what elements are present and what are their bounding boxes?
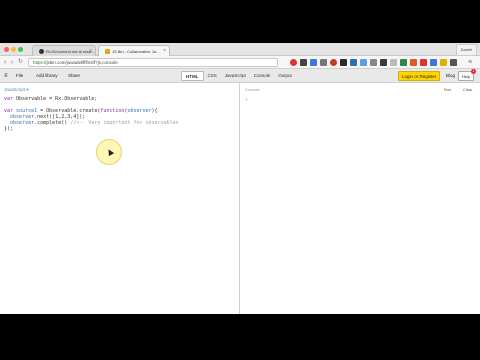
- screen: RxJS/connect.md at mast… × JS Bin - Coll…: [0, 43, 480, 314]
- panel-tabs: HTML CSS JavaScript Console Output: [181, 71, 296, 81]
- tab-console[interactable]: Console: [250, 71, 275, 81]
- browser-tab-github[interactable]: RxJS/connect.md at mast… ×: [32, 45, 96, 56]
- close-tab-icon[interactable]: ×: [163, 46, 166, 56]
- login-register-button[interactable]: Login or Register: [398, 71, 441, 81]
- minimize-window-icon[interactable]: [11, 47, 16, 52]
- javascript-panel[interactable]: JavaScript ▾ var Observable = Rx.Observa…: [0, 83, 240, 314]
- jsbin-menu-icon[interactable]: ≡: [4, 69, 8, 83]
- tab-html[interactable]: HTML: [181, 71, 204, 81]
- console-panel[interactable]: Console Run Clear ›: [241, 83, 480, 314]
- tab-css[interactable]: CSS: [204, 71, 221, 81]
- extension-icon[interactable]: [420, 59, 427, 66]
- close-window-icon[interactable]: [4, 47, 9, 52]
- extension-icon[interactable]: [340, 59, 347, 66]
- code-line: });: [4, 126, 14, 132]
- zoom-window-icon[interactable]: [18, 47, 23, 52]
- browser-tab-bar: RxJS/connect.md at mast… × JS Bin - Coll…: [0, 43, 480, 56]
- console-prompt[interactable]: ›: [245, 97, 248, 103]
- add-library-button[interactable]: Add library: [36, 69, 58, 83]
- url-path: /juwadeliffih/4/f?js,console: [65, 60, 118, 65]
- javascript-panel-label[interactable]: JavaScript ▾: [4, 87, 29, 93]
- url-input[interactable]: https://jsbin.com/juwadeliffih/4/f?js,co…: [28, 58, 278, 67]
- notification-badge: 1: [471, 69, 476, 74]
- extension-icon[interactable]: [350, 59, 357, 66]
- help-label: Help: [461, 74, 471, 79]
- profile-button[interactable]: Daniel: [455, 44, 477, 56]
- jsbin-icon: [105, 49, 110, 55]
- extension-icon[interactable]: [290, 59, 297, 66]
- extension-icon[interactable]: [410, 59, 417, 66]
- extension-icon[interactable]: [320, 59, 327, 66]
- extension-icon[interactable]: [300, 59, 307, 66]
- extension-icon[interactable]: [440, 59, 447, 66]
- url-host: jsbin.com: [46, 60, 66, 65]
- extension-icon[interactable]: [310, 59, 317, 66]
- menu-icon[interactable]: ≡: [468, 58, 472, 67]
- extension-icon[interactable]: [450, 59, 457, 66]
- close-tab-icon[interactable]: ×: [89, 46, 92, 56]
- github-icon: [39, 49, 44, 55]
- extension-icon[interactable]: [380, 59, 387, 66]
- code-editor[interactable]: var Observable = Rx.Observable; var sour…: [4, 96, 179, 132]
- extension-icon[interactable]: [390, 59, 397, 66]
- forward-icon[interactable]: ›: [11, 58, 13, 67]
- url-scheme: https://: [33, 60, 47, 65]
- browser-tab-jsbin[interactable]: JS Bin - Collaborative Ja… ×: [98, 45, 170, 56]
- jsbin-toolbar: ≡ File Add library Share HTML CSS JavaSc…: [0, 69, 480, 83]
- extension-icon[interactable]: [430, 59, 437, 66]
- reload-icon[interactable]: ↻: [18, 58, 23, 67]
- console-panel-label: Console: [245, 87, 260, 92]
- file-menu[interactable]: File: [16, 69, 23, 83]
- run-button[interactable]: Run: [444, 87, 451, 92]
- blog-link[interactable]: Blog: [446, 69, 455, 83]
- tab-label: JS Bin - Collaborative Ja…: [112, 49, 160, 54]
- address-bar: ‹ › ↻ https://jsbin.com/juwadeliffih/4/f…: [0, 56, 480, 69]
- back-icon[interactable]: ‹: [4, 58, 6, 67]
- help-button[interactable]: Help 1: [458, 69, 476, 81]
- extension-icon[interactable]: [330, 59, 337, 66]
- code-line: observer.complete() //<-- Very important…: [10, 120, 179, 126]
- extension-icon[interactable]: [370, 59, 377, 66]
- share-button[interactable]: Share: [68, 69, 80, 83]
- tab-javascript[interactable]: JavaScript: [221, 71, 250, 81]
- tab-output[interactable]: Output: [274, 71, 296, 81]
- extension-icon[interactable]: [400, 59, 407, 66]
- extension-icon[interactable]: [360, 59, 367, 66]
- clear-button[interactable]: Clear: [463, 87, 473, 92]
